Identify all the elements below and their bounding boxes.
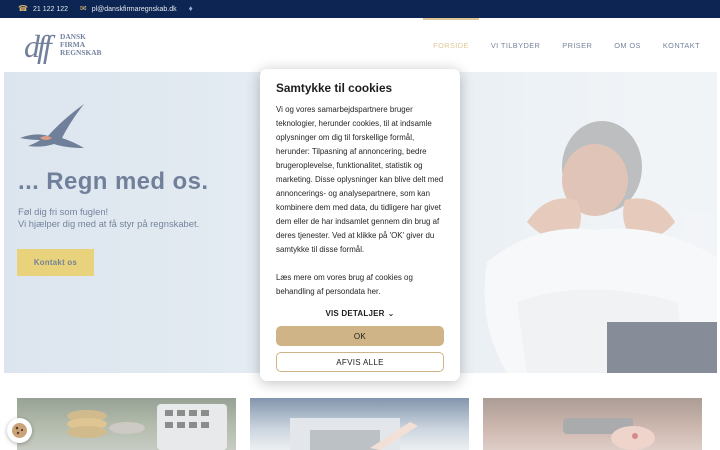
email-link[interactable]: ✉ pl@danskfirmaregnskab.dk [80,5,177,13]
top-bar: ☎ 21 122 122 ✉ pl@danskfirmaregnskab.dk … [0,0,720,18]
show-details-toggle[interactable]: VIS DETALJER ⌄ [276,309,444,318]
cookie-modal-body: Vi og vores samarbejdspartnere bruger te… [276,105,444,254]
show-details-label: VIS DETALJER [325,309,385,318]
phone-number: 21 122 122 [32,5,69,13]
cookie-consent-modal: Samtykke til cookies Vi og vores samarbe… [260,69,460,381]
phone-icon: ☎ [18,4,28,13]
email-address: pl@danskfirmaregnskab.dk [91,5,177,13]
accept-cookies-button[interactable]: OK [276,326,444,346]
cookie-modal-title: Samtykke til cookies [276,81,393,95]
cookie-settings-button[interactable] [7,418,32,443]
reject-all-button[interactable]: AFVIS ALLE [276,352,444,372]
chevron-down-icon: ⌄ [387,309,395,318]
cookie-icon [12,423,27,438]
cookie-read-more-link[interactable]: Læs mere om vores brug af cookies og beh… [276,271,444,299]
drop-icon: ♦ [188,4,193,13]
phone-link[interactable]: ☎ 21 122 122 [18,5,68,13]
mail-icon: ✉ [80,4,87,13]
